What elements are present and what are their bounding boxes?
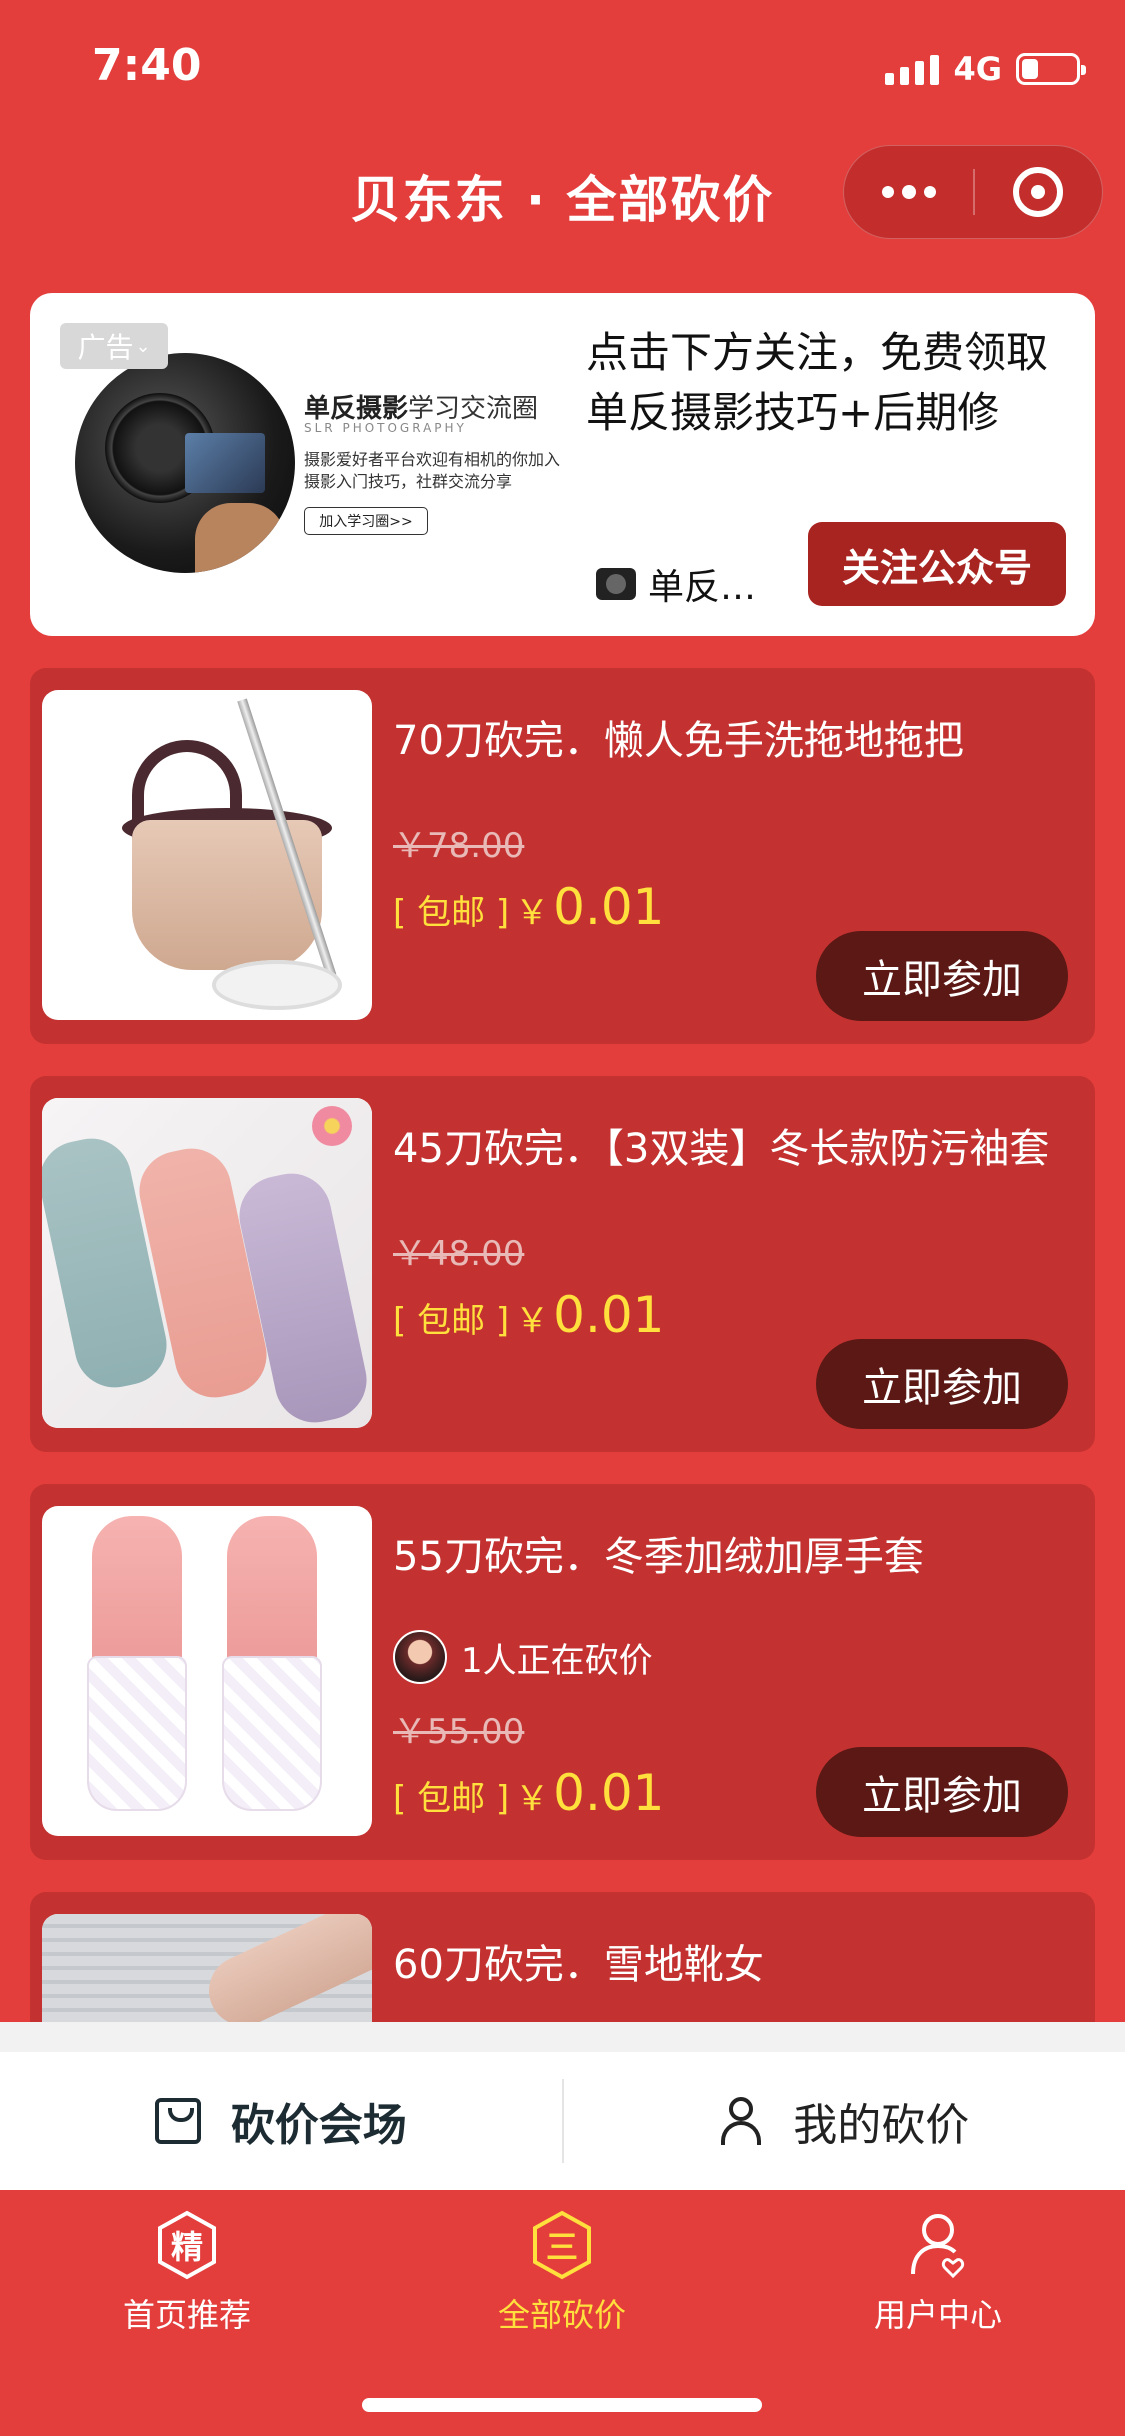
signal-icon [885,53,940,85]
bargaining-count: 1人正在砍价 [461,1640,653,1681]
original-price: ￥48.00 [393,1234,525,1274]
product-image-sleeves [42,1098,372,1428]
bargaining-status: 1人正在砍价 [393,1630,653,1684]
ad-headline: 点击下方关注，免费领取单反摄影技巧+后期修 [586,328,1049,437]
product-title: 60刀砍完．雪地靴女 [393,1942,764,1988]
miniprogram-capsule [843,145,1103,239]
shipping-tag: [ 包邮 ] [393,1301,510,1341]
user-icon [719,2097,763,2145]
join-button[interactable]: 立即参加 [816,1747,1068,1837]
original-price: ￥55.00 [393,1712,525,1752]
ad-tag-label: 广告 [77,331,134,364]
sale-price: [ 包邮 ] ￥ 0.01 [393,1764,664,1822]
ad-image-button: 加入学习圈>> [304,507,428,535]
product-card[interactable]: 70刀砍完．懒人免手洗拖地拖把 ￥78.00 [ 包邮 ] ￥ 0.01 立即参… [30,668,1095,1044]
price-amount: 0.01 [553,878,665,936]
camera-image [75,353,295,573]
bag-icon [154,2098,201,2144]
ad-source-name: 单反… [648,567,757,608]
panel-divider [0,2022,1125,2052]
tabbar-home-label: 首页推荐 [122,2296,251,2334]
more-icon[interactable] [844,146,973,238]
shipping-tag: [ 包邮 ] [393,893,510,933]
chevron-down-icon: ⌄ [135,335,151,357]
status-indicators: 4G [885,48,1086,90]
shipping-tag: [ 包邮 ] [393,1779,510,1819]
user-heart-icon [907,2210,969,2280]
ad-image-title: 单反摄影学习交流圈 [304,394,539,424]
sale-price: [ 包邮 ] ￥ 0.01 [393,1286,664,1344]
price-amount: 0.01 [553,1286,665,1344]
ad-tag[interactable]: 广告 ⌄ [60,323,168,369]
currency-symbol: ￥ [515,1779,550,1819]
product-title: 55刀砍完．冬季加绒加厚手套 [393,1534,924,1580]
hexagon-list-icon: 三 [531,2210,593,2280]
product-card[interactable]: 55刀砍完．冬季加绒加厚手套 1人正在砍价 ￥55.00 [ 包邮 ] ￥ 0.… [30,1484,1095,1860]
camera-icon [596,568,636,600]
battery-icon [1016,53,1086,85]
tabbar-user-center-label: 用户中心 [873,2296,1002,2334]
tabbar-all-bargains-label: 全部砍价 [497,2296,626,2334]
currency-symbol: ￥ [515,893,550,933]
bottom-tab-bar: 精 首页推荐 三 全部砍价 用户中心 [0,2190,1125,2436]
product-image-gloves [42,1506,372,1836]
close-miniprogram-icon[interactable] [975,146,1102,238]
tabbar-item-home[interactable]: 精 首页推荐 [37,2210,337,2336]
join-button[interactable]: 立即参加 [816,1339,1068,1429]
tabbar-item-user-center[interactable]: 用户中心 [788,2210,1088,2336]
product-title: 70刀砍完．懒人免手洗拖地拖把 [393,718,964,764]
home-indicator [362,2398,762,2412]
price-amount: 0.01 [553,1764,665,1822]
hexagon-jing-icon: 精 [156,2210,218,2280]
product-title: 45刀砍完．【3双装】冬长款防污袖套 [393,1126,1050,1172]
follow-account-button[interactable]: 关注公众号 [808,522,1066,606]
ad-card[interactable]: 广告 ⌄ 单反摄影学习交流圈 SLR PHOTOGRAPHY 摄影爱好者平台欢迎有… [30,293,1095,636]
tab-bargain-hall-label: 砍价会场 [230,2100,407,2151]
avatar [393,1630,447,1684]
bargain-tabs: 砍价会场 我的砍价 [0,2052,1125,2190]
sale-price: [ 包邮 ] ￥ 0.01 [393,878,664,936]
original-price: ￥78.00 [393,826,525,866]
ad-image-subtitle: SLR PHOTOGRAPHY [304,421,467,435]
tabbar-item-all-bargains[interactable]: 三 全部砍价 [412,2210,712,2336]
tab-my-bargains-label: 我的砍价 [793,2100,970,2151]
status-time: 7:40 [92,40,202,91]
product-image-mop [42,690,372,1020]
join-button[interactable]: 立即参加 [816,931,1068,1021]
ad-image-desc: 摄影爱好者平台欢迎有相机的你加入摄影入门技巧，社群交流分享 [304,450,561,491]
tab-my-bargains[interactable]: 我的砍价 [564,2052,1125,2190]
status-bar: 7:40 4G [0,0,1125,130]
network-type: 4G [953,50,1002,88]
currency-symbol: ￥ [515,1301,550,1341]
tab-bargain-hall[interactable]: 砍价会场 [0,2052,562,2190]
ad-source: 单反… [596,558,756,610]
product-card[interactable]: 45刀砍完．【3双装】冬长款防污袖套 ￥48.00 [ 包邮 ] ￥ 0.01 … [30,1076,1095,1452]
